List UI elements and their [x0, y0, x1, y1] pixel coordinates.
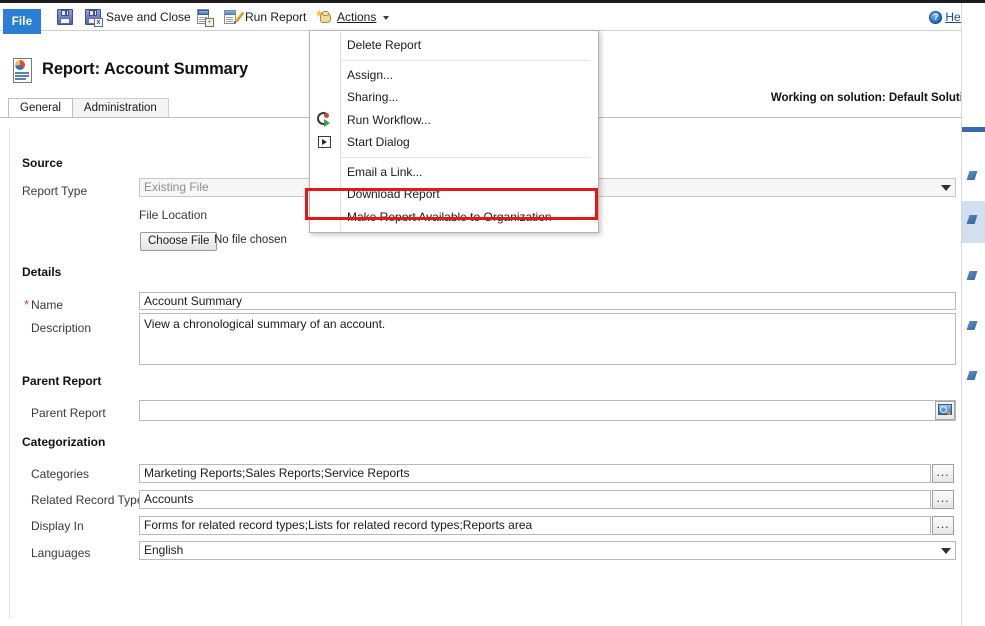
save-and-close-button[interactable]: x Save and Close: [82, 3, 194, 31]
parent-report-lookup-input[interactable]: [139, 400, 956, 421]
menu-item-email-a-link[interactable]: Email a Link...: [310, 161, 598, 184]
file-tab[interactable]: File: [3, 9, 41, 34]
label-file-location: File Location: [139, 208, 207, 222]
save-and-close-icon: x: [85, 9, 101, 25]
related-record-types-input[interactable]: Accounts: [139, 490, 931, 509]
menu-separator: [340, 60, 590, 61]
chevron-down-icon: [941, 548, 951, 554]
menu-item-start-dialog-label: Start Dialog: [347, 135, 410, 149]
menu-item-run-workflow-label: Run Workflow...: [347, 113, 431, 127]
label-related-record-types: Related Record Types: [31, 493, 150, 507]
run-report-button[interactable]: Run Report: [221, 3, 309, 31]
menu-item-run-workflow[interactable]: Run Workflow...: [310, 109, 598, 132]
command-bar: File x Save and Close + Ru: [0, 3, 985, 31]
new-report-icon: +: [196, 9, 212, 25]
menu-item-sharing[interactable]: Sharing...: [310, 86, 598, 109]
related-record-types-browse-button[interactable]: ...: [932, 490, 954, 509]
actions-button[interactable]: Actions: [312, 3, 392, 31]
menu-item-start-dialog[interactable]: Start Dialog: [310, 131, 598, 154]
menu-item-delete-report[interactable]: Delete Report: [310, 34, 598, 57]
label-report-type: Report Type: [22, 184, 87, 198]
menu-separator: [340, 157, 590, 158]
languages-select[interactable]: English: [139, 541, 956, 560]
right-background-strip: [961, 3, 985, 626]
label-parent-report: Parent Report: [31, 406, 106, 420]
new-report-button[interactable]: +: [193, 3, 215, 31]
label-languages: Languages: [31, 546, 90, 560]
chevron-down-icon: [941, 185, 951, 191]
label-description: Description: [31, 321, 91, 335]
choose-file-button[interactable]: Choose File: [140, 232, 217, 251]
menu-item-make-report-available-to-organization[interactable]: Make Report Available to Organization: [310, 206, 598, 229]
label-categories: Categories: [31, 467, 89, 481]
workflow-icon: [317, 112, 333, 128]
actions-dropdown-menu: Delete Report Assign... Sharing... Run W…: [309, 30, 599, 233]
run-report-icon: [224, 9, 240, 25]
tab-strip: General Administration: [8, 98, 168, 117]
form-left-rule: [9, 128, 10, 618]
parent-report-lookup-button[interactable]: [935, 401, 955, 420]
help-icon: ?: [929, 11, 942, 24]
no-file-chosen-status: No file chosen: [214, 234, 287, 246]
section-title-details: Details: [22, 265, 61, 279]
categories-browse-button[interactable]: ...: [932, 464, 954, 483]
categories-input[interactable]: Marketing Reports;Sales Reports;Service …: [139, 464, 931, 483]
run-report-label: Run Report: [245, 11, 306, 23]
label-name: Name: [31, 298, 63, 312]
actions-icon: [315, 9, 332, 25]
display-in-input[interactable]: Forms for related record types;Lists for…: [139, 516, 931, 535]
save-and-close-label: Save and Close: [106, 11, 191, 23]
save-icon: [57, 9, 73, 25]
display-in-browse-button[interactable]: ...: [932, 516, 954, 535]
chevron-down-icon: [383, 16, 389, 20]
section-title-categorization: Categorization: [22, 435, 105, 449]
label-display-in: Display In: [31, 519, 84, 533]
tab-administration[interactable]: Administration: [72, 98, 169, 117]
name-input[interactable]: Account Summary: [139, 292, 956, 310]
section-title-source: Source: [22, 156, 63, 170]
name-required-marker: *: [24, 298, 29, 311]
description-textarea[interactable]: View a chronological summary of an accou…: [139, 313, 956, 365]
solution-note: Working on solution: Default Solution: [771, 92, 977, 104]
report-icon: [12, 58, 34, 84]
menu-item-download-report[interactable]: Download Report: [310, 183, 598, 206]
dialog-icon: [317, 134, 333, 150]
page-title: Report: Account Summary: [42, 60, 248, 79]
menu-item-assign[interactable]: Assign...: [310, 64, 598, 87]
tab-general[interactable]: General: [8, 98, 73, 117]
save-button[interactable]: [54, 3, 76, 31]
actions-label: Actions: [337, 11, 376, 23]
section-title-parent-report: Parent Report: [22, 374, 101, 388]
